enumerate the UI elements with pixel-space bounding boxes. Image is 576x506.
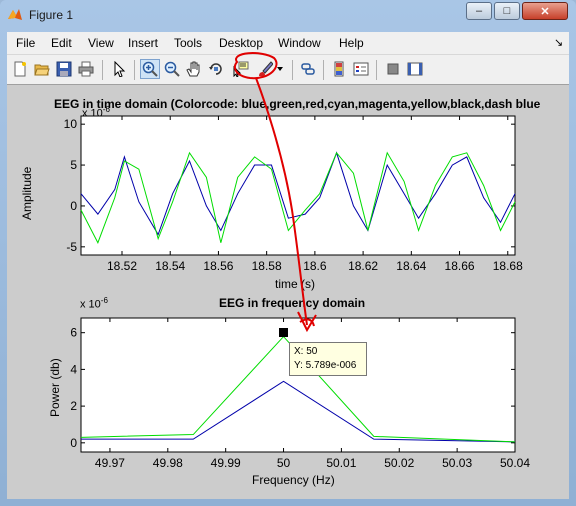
bottom-x-tick-label: 50.04 (500, 456, 530, 470)
top-y-tick-label: 0 (70, 199, 77, 213)
bottom-x-tick-label: 50.02 (384, 456, 414, 470)
bottom-y-tick-label: 2 (70, 399, 77, 413)
top-x-tick-label: 18.66 (445, 259, 475, 273)
top-x-tick-label: 18.68 (493, 259, 523, 273)
bottom-x-tick-label: 49.98 (153, 456, 183, 470)
bottom-axes-box[interactable] (80, 317, 516, 453)
bottom-x-tick-label: 50 (277, 456, 291, 470)
top-x-tick-label: 18.64 (396, 259, 426, 273)
top-x-tick-label: 18.52 (107, 259, 137, 273)
matlab-figure-window: Figure 1 – □ ✕ File Edit View Insert Too… (0, 0, 576, 506)
bottom-y-tick-label: 4 (70, 362, 77, 376)
top-x-tick-label: 18.62 (348, 259, 378, 273)
top-x-tick-label: 18.6 (303, 259, 327, 273)
top-x-tick-label: 18.56 (203, 259, 233, 273)
top-y-tick-label: 10 (64, 117, 78, 131)
top-axes-box[interactable] (80, 115, 516, 256)
datatip-y: Y: 5.789e-006 (294, 360, 357, 371)
plots-svg: 18.52 18.54 18.56 18.58 18.6 18.62 18.64 18.66 1… (64, 52, 530, 470)
bottom-x-tick-label: 50.01 (326, 456, 356, 470)
datatip-x: X: 50 (294, 346, 318, 357)
datatip-box[interactable]: X: 50 Y: 5.789e-006 (289, 342, 367, 376)
top-x-tick-label: 18.58 (252, 259, 282, 273)
top-y-tick-label: -5 (66, 240, 77, 254)
bottom-x-tick-label: 49.97 (95, 456, 125, 470)
datatip-marker[interactable] (279, 328, 288, 337)
top-x-tick-label: 18.54 (155, 259, 185, 273)
bottom-y-tick-label: 0 (70, 436, 77, 450)
bottom-x-tick-label: 50.03 (442, 456, 472, 470)
bottom-x-tick-label: 49.99 (211, 456, 241, 470)
bottom-y-tick-label: 6 (70, 326, 77, 340)
top-y-tick-label: 5 (70, 158, 77, 172)
